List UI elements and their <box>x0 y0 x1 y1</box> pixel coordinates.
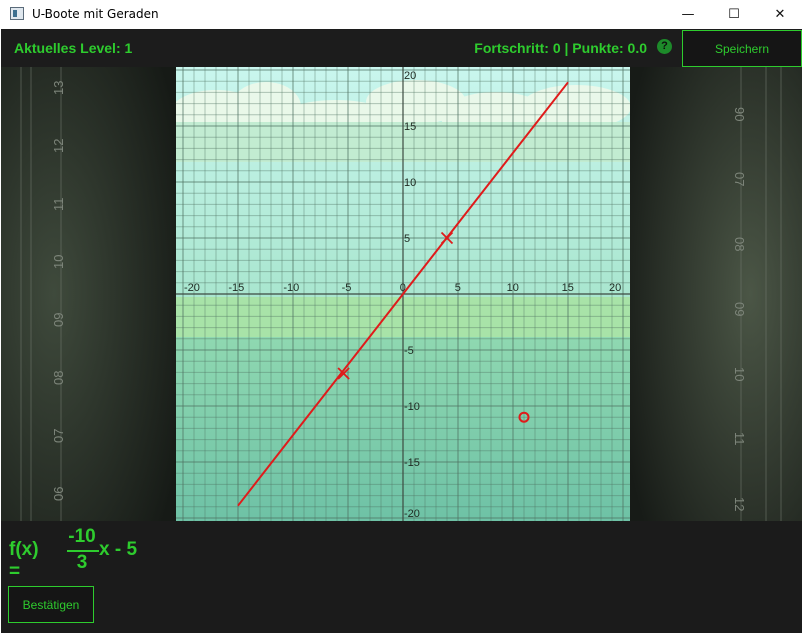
formula-numerator: -10 <box>68 526 96 547</box>
scope-scale-label: 10 <box>732 367 747 381</box>
scope-scale-label: 08 <box>732 237 747 251</box>
scope-scale-label: 06 <box>51 487 66 501</box>
formula-denominator: 3 <box>76 552 88 573</box>
help-icon[interactable]: ? <box>657 39 672 54</box>
maximize-button[interactable]: ☐ <box>711 0 757 29</box>
x-tick-label: 15 <box>562 282 574 294</box>
y-tick-label: 20 <box>404 70 416 82</box>
periscope-view: 13 12 11 10 09 08 07 06 90 07 08 09 10 11 12 <box>1 67 802 521</box>
scope-scale-label: 12 <box>732 497 747 511</box>
scope-scale-label: 07 <box>732 172 747 186</box>
y-tick-label: 15 <box>404 121 416 133</box>
scope-scale-label: 07 <box>51 429 66 443</box>
window-title: U-Boote mit Geraden <box>32 7 159 21</box>
y-tick-label: -20 <box>404 508 420 520</box>
scope-scale-label: 11 <box>732 432 747 446</box>
formula-prefix: f(x) = <box>9 539 39 582</box>
x-tick-label: 5 <box>455 282 461 294</box>
level-label: Aktuelles Level: 1 <box>14 40 133 56</box>
x-tick-label: -20 <box>184 282 200 294</box>
x-tick-label: -5 <box>342 282 352 294</box>
minimize-button[interactable]: — <box>665 0 711 29</box>
y-tick-label: -15 <box>404 457 420 469</box>
y-tick-label: 10 <box>404 177 416 189</box>
scope-scale-label: 09 <box>51 313 66 327</box>
scope-scale-label: 90 <box>732 107 747 121</box>
title-bar: U-Boote mit Geraden — ☐ ✕ <box>0 0 803 29</box>
app-icon <box>10 7 24 20</box>
coordinate-plot[interactable]: -20 -15 -10 -5 0 5 10 15 20 2015105-5-10-15-20 <box>176 67 630 521</box>
scope-scale-label: 08 <box>51 371 66 385</box>
close-button[interactable]: ✕ <box>757 0 803 29</box>
progress-label: Fortschritt: 0 | Punkte: 0.0 <box>474 40 647 56</box>
scope-scale-label: 09 <box>732 302 747 316</box>
x-tick-label: 10 <box>507 282 519 294</box>
x-tick-label: -15 <box>228 282 244 294</box>
x-tick-label: -10 <box>283 282 299 294</box>
formula-suffix: x - 5 <box>99 539 138 560</box>
confirm-button[interactable]: Bestätigen <box>8 586 94 623</box>
x-tick-label: 20 <box>609 282 621 294</box>
scope-scale-label: 10 <box>51 255 66 269</box>
y-tick-label: 5 <box>404 233 410 245</box>
header-bar: Aktuelles Level: 1 Fortschritt: 0 | Punk… <box>1 29 802 67</box>
scope-scale-label: 11 <box>51 198 66 212</box>
y-tick-label: -5 <box>404 345 414 357</box>
save-button[interactable]: Speichern <box>682 30 802 67</box>
app-window: Aktuelles Level: 1 Fortschritt: 0 | Punk… <box>1 29 802 633</box>
scope-scale-label: 12 <box>51 139 66 153</box>
y-tick-label: -10 <box>404 401 420 413</box>
scope-scale-label: 13 <box>51 81 66 95</box>
